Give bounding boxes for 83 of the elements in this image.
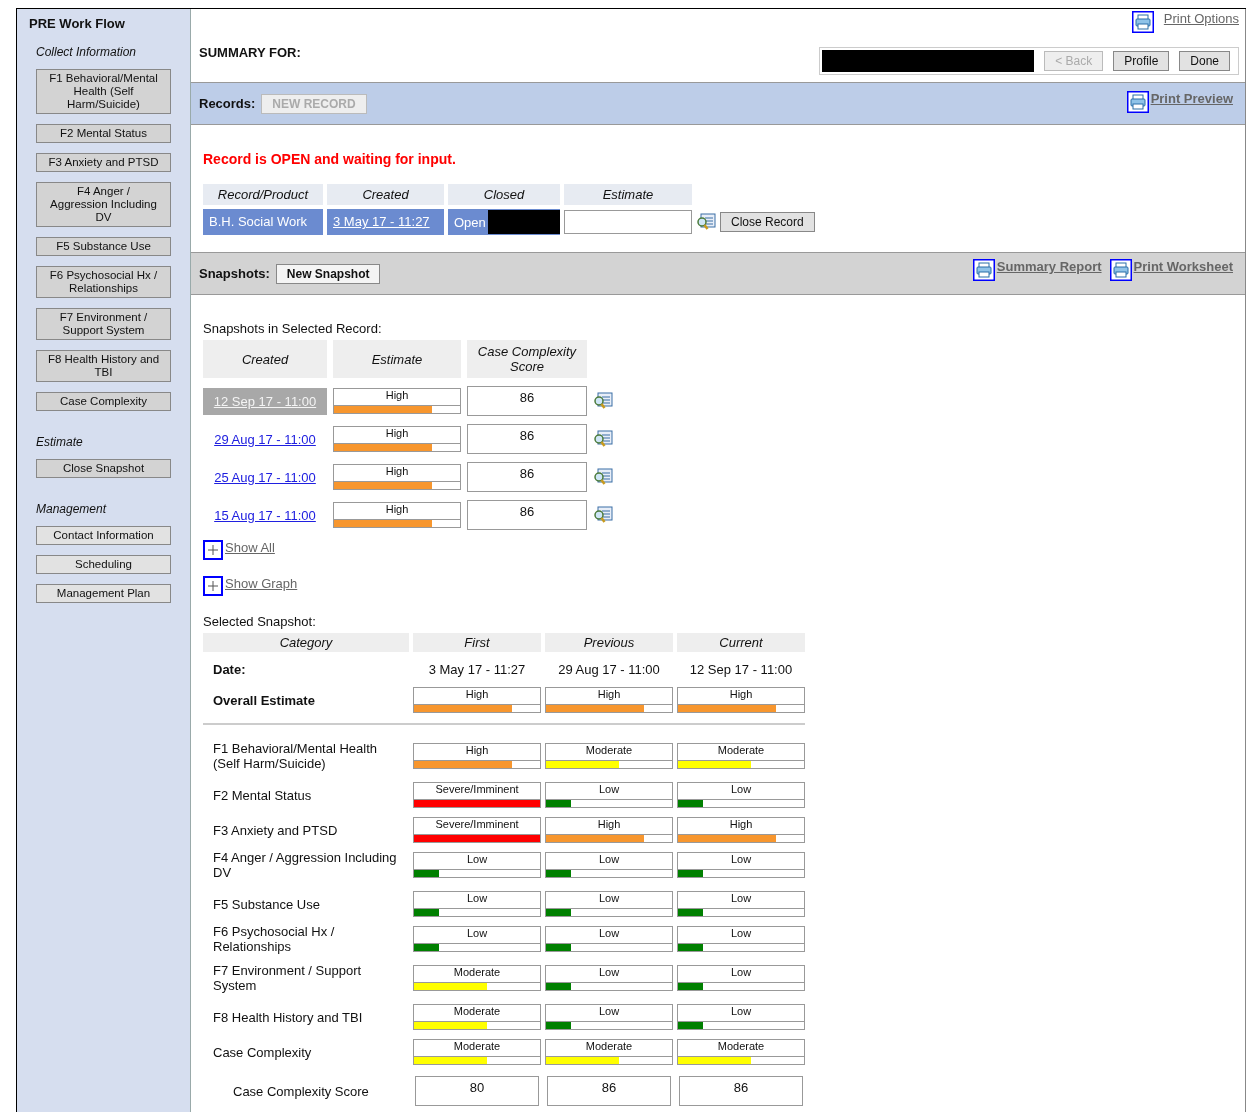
- category-label: F4 Anger / Aggression Including DV: [212, 850, 398, 880]
- sidebar-button[interactable]: Scheduling: [36, 555, 171, 574]
- sidebar-button[interactable]: Close Snapshot: [36, 459, 171, 478]
- estimate-field[interactable]: [564, 210, 692, 234]
- header-button[interactable]: Done: [1179, 51, 1230, 71]
- column-header: Record/Product: [203, 184, 323, 205]
- score-field: 86: [467, 424, 587, 454]
- summary-label: SUMMARY FOR:: [199, 45, 301, 60]
- category-label: Case Complexity: [212, 1043, 313, 1062]
- print-preview-link[interactable]: Print Preview: [1150, 91, 1233, 106]
- snapshot-date-link[interactable]: 29 Aug 17 - 11:00: [203, 425, 327, 453]
- score-field: 86: [467, 386, 587, 416]
- report-link[interactable]: Summary Report: [996, 259, 1102, 274]
- column-header: Previous: [545, 633, 673, 652]
- sidebar-button[interactable]: Case Complexity: [36, 392, 171, 411]
- view-document-icon[interactable]: [593, 392, 613, 410]
- score-field: 86: [467, 462, 587, 492]
- sidebar-title: PRE Work Flow: [29, 16, 125, 31]
- column-header: Created: [203, 340, 327, 378]
- sidebar-button[interactable]: F6 Psychosocial Hx / Relationships: [36, 266, 171, 298]
- column-header: Current: [677, 633, 805, 652]
- snapshot-date-link[interactable]: 25 Aug 17 - 11:00: [203, 463, 327, 491]
- toggle-link[interactable]: Show Graph: [225, 576, 298, 591]
- expand-icon[interactable]: [203, 576, 223, 596]
- column-header: Estimate: [564, 184, 692, 205]
- category-label: F6 Psychosocial Hx / Relationships: [212, 924, 336, 954]
- view-document-icon[interactable]: [593, 506, 613, 524]
- sidebar-button[interactable]: F8 Health History and TBI: [36, 350, 171, 382]
- view-document-icon[interactable]: [593, 468, 613, 486]
- snapshots-label: Snapshots:: [199, 266, 270, 281]
- printer-icon[interactable]: [1126, 91, 1149, 113]
- category-label: F7 Environment / Support System: [212, 963, 363, 993]
- table-cell: B.H. Social Work: [203, 209, 323, 235]
- record-status: Record is OPEN and waiting for input.: [203, 151, 456, 167]
- printer-icon[interactable]: [1109, 259, 1132, 281]
- column-header: Category: [203, 633, 409, 652]
- toggle-link[interactable]: Show All: [225, 540, 275, 555]
- printer-icon[interactable]: [972, 259, 995, 281]
- column-header: Estimate: [333, 340, 461, 378]
- sidebar-button[interactable]: F1 Behavioral/Mental Health (Self Harm/Suicide): [36, 69, 171, 114]
- header-button[interactable]: Profile: [1113, 51, 1170, 71]
- section-heading: Management: [36, 502, 107, 516]
- score-field: 80: [415, 1076, 539, 1106]
- print-options-link[interactable]: Print Options: [1163, 11, 1239, 26]
- category-label: F8 Health History and TBI: [212, 1008, 364, 1027]
- sidebar-button[interactable]: Management Plan: [36, 584, 171, 603]
- score-field: 86: [679, 1076, 803, 1106]
- column-header: Case Complexity Score: [467, 340, 587, 378]
- snapshot-date-link[interactable]: 15 Aug 17 - 11:00: [203, 501, 327, 529]
- expand-icon[interactable]: [203, 540, 223, 560]
- section-label: Selected Snapshot:: [203, 614, 316, 629]
- column-header: First: [413, 633, 541, 652]
- row-label: Date:: [212, 661, 247, 679]
- score-field: 86: [467, 500, 587, 530]
- close-record-button[interactable]: Close Record: [720, 212, 815, 232]
- new-snapshot-button[interactable]: New Snapshot: [275, 263, 381, 284]
- sidebar-button[interactable]: F5 Substance Use: [36, 237, 171, 256]
- category-label: F5 Substance Use: [212, 895, 321, 914]
- closed-status: Open: [454, 214, 486, 230]
- sidebar-button[interactable]: F7 Environment / Support System: [36, 308, 171, 340]
- section-label: Snapshots in Selected Record:: [203, 321, 382, 336]
- section-heading: Estimate: [36, 435, 83, 449]
- printer-icon[interactable]: [1131, 11, 1154, 33]
- sidebar-button[interactable]: F2 Mental Status: [36, 124, 171, 143]
- table-cell-text: 29 Aug 17 - 11:00: [557, 662, 661, 677]
- row-label: Case Complexity Score: [232, 1083, 370, 1099]
- records-label: Records:: [199, 96, 256, 111]
- sidebar-button[interactable]: F3 Anxiety and PTSD: [36, 153, 171, 172]
- sidebar-button[interactable]: Contact Information: [36, 526, 171, 545]
- view-document-icon[interactable]: [696, 213, 716, 231]
- table-cell-text: 12 Sep 17 - 11:00: [688, 662, 794, 677]
- category-label: F2 Mental Status: [212, 786, 313, 805]
- view-document-icon[interactable]: [593, 430, 613, 448]
- table-cell-text: 3 May 17 - 11:27: [427, 662, 527, 677]
- sidebar-button[interactable]: F4 Anger / Aggression Including DV: [36, 182, 171, 227]
- category-label: F3 Anxiety and PTSD: [212, 821, 339, 840]
- score-field: 86: [547, 1076, 671, 1106]
- section-heading: Collect Information: [36, 45, 137, 59]
- category-label: F1 Behavioral/Mental Health (Self Harm/Suicide): [212, 741, 379, 771]
- column-header: Created: [327, 184, 444, 205]
- row-label: Overall Estimate: [212, 692, 316, 708]
- report-link[interactable]: Print Worksheet: [1133, 259, 1233, 274]
- column-header: Closed: [448, 184, 560, 205]
